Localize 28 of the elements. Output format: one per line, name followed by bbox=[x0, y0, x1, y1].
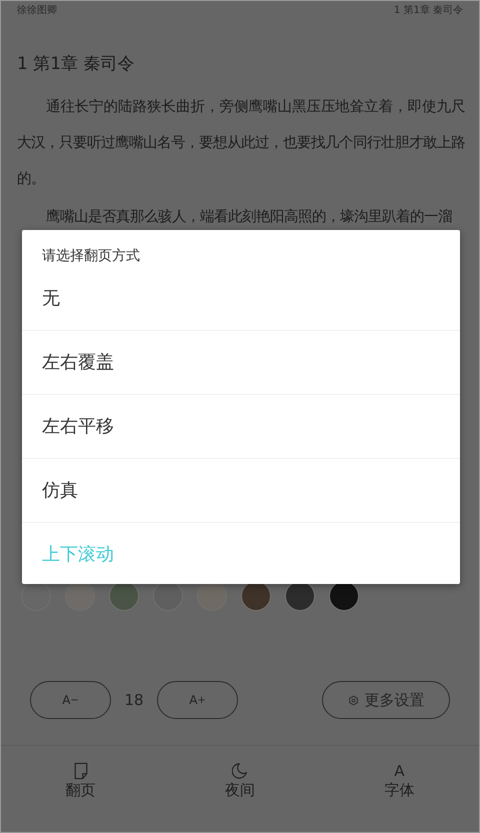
page-icon[interactable] bbox=[72, 762, 89, 780]
color-swatch[interactable] bbox=[153, 581, 183, 611]
color-swatch[interactable] bbox=[197, 581, 227, 611]
tab-label[interactable]: 夜间 bbox=[224, 781, 255, 799]
color-swatch[interactable] bbox=[109, 581, 139, 611]
page-turn-option[interactable]: 左右覆盖 bbox=[22, 331, 460, 395]
page-turn-option[interactable]: 仿真 bbox=[22, 459, 460, 523]
color-swatch[interactable] bbox=[65, 581, 95, 611]
page-turn-option[interactable]: 无 bbox=[22, 267, 460, 331]
book-title: 徐徐图卿 bbox=[17, 4, 57, 18]
moon-icon[interactable] bbox=[232, 762, 248, 780]
chapter-name: 1 第1章 秦司令 bbox=[394, 4, 463, 18]
dialog-title: 请选择翻页方式 bbox=[41, 247, 141, 266]
more-settings-button[interactable]: 更多设置 bbox=[322, 681, 450, 719]
paragraph: 鹰嘴山是否真那么骇人，端看此刻艳阳高照的，壕沟里趴着的一溜 bbox=[44, 208, 453, 227]
font-icon[interactable]: A bbox=[394, 762, 404, 780]
settings-icon bbox=[348, 694, 358, 706]
tab-label[interactable]: 字体 bbox=[384, 781, 414, 799]
color-swatch[interactable] bbox=[329, 581, 359, 611]
color-swatch[interactable] bbox=[285, 581, 315, 611]
font-size-value: 18 bbox=[123, 691, 145, 709]
color-swatch[interactable] bbox=[21, 581, 51, 611]
paragraph: 通往长宁的陆路狭长曲折，旁侧鹰嘴山黑压压地耸立着，即使九尺大汉，只要听过鹰嘴山名号，要想从此过，也要找几个同行壮胆才敢上路的。 bbox=[17, 98, 465, 189]
tab-label[interactable]: 翻页 bbox=[66, 781, 96, 799]
color-swatch[interactable] bbox=[241, 581, 271, 611]
page-turn-option[interactable]: 上下滚动 bbox=[22, 523, 460, 584]
chapter-title: 1 第1章 秦司令 bbox=[17, 53, 136, 75]
page-turn-option[interactable]: 左右平移 bbox=[22, 395, 460, 459]
